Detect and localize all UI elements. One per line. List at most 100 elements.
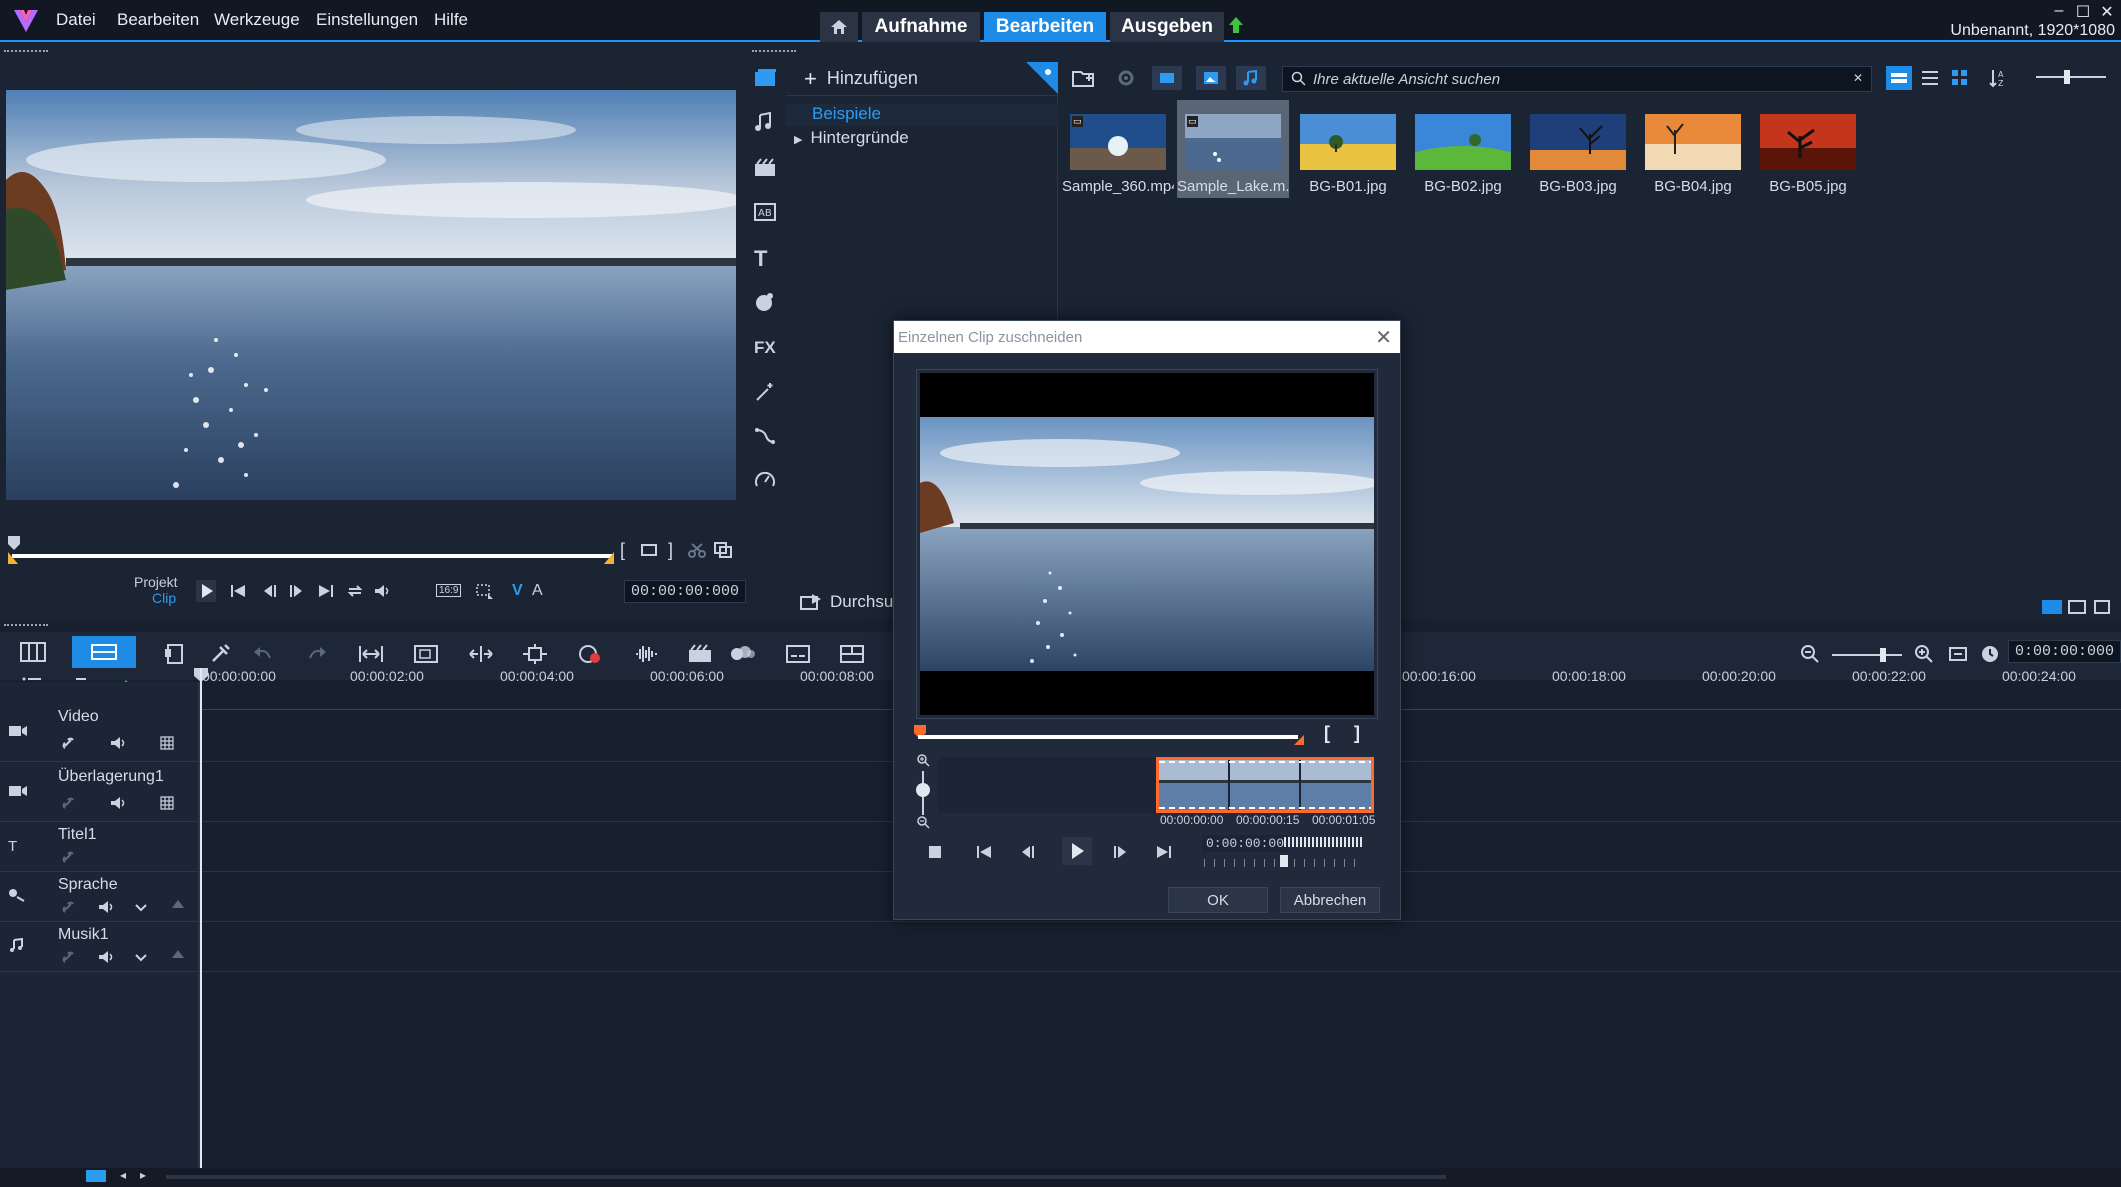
dialog-close-icon[interactable]: ✕ [1375,325,1392,350]
timeline-timecode[interactable]: 0:00:00:000 [2008,640,2121,663]
dialog-mark-out-button[interactable]: ] [1354,723,1360,744]
go-to-end-icon[interactable] [318,584,334,598]
panel-grip[interactable] [752,50,796,54]
mark-in-button[interactable]: [ [620,540,625,561]
preview-timecode[interactable]: 00:00:00:000 [624,580,747,603]
thumbnail-size-handle[interactable] [2064,70,2070,84]
track-header-video[interactable]: Video [0,702,200,762]
mute-icon[interactable] [110,736,128,750]
path-icon[interactable] [754,426,776,446]
link-icon[interactable] [62,736,80,750]
clock-icon[interactable] [1980,644,2000,664]
library-thumb-sample-360[interactable]: ▭ Sample_360.mp4 [1062,100,1174,198]
library-thumb-bg-b04[interactable]: BG-B04.jpg [1637,100,1749,198]
audio-waveform-icon[interactable] [634,644,658,664]
timeline-scroll-icon[interactable] [86,1170,106,1182]
pin-icon[interactable] [1026,62,1058,94]
audio-library-icon[interactable] [754,112,776,132]
volume-up-icon[interactable] [170,896,186,910]
library-thumb-bg-b02[interactable]: BG-B02.jpg [1407,100,1519,198]
undo-icon[interactable] [252,644,274,664]
scissors-icon[interactable] [688,542,706,558]
fit-timeline-icon[interactable] [358,644,384,664]
track-manager-icon[interactable] [164,644,186,664]
mute-icon[interactable] [110,796,128,810]
audio-toggle[interactable]: A [532,582,543,600]
mute-icon[interactable] [98,900,116,914]
play-button[interactable] [196,580,216,602]
track-lane-musik1[interactable] [202,922,2121,972]
menu-bearbeiten[interactable]: Bearbeiten [117,10,199,30]
view-list-icon[interactable] [1920,68,1940,88]
storyboard-view-icon[interactable] [20,642,46,662]
volume-icon[interactable] [374,584,392,598]
title-icon[interactable]: T [754,246,767,272]
scroll-left-icon[interactable]: ◂ [120,1168,126,1182]
link-icon[interactable] [62,796,80,810]
home-tab[interactable] [820,12,858,42]
menu-einstellungen[interactable]: Einstellungen [316,10,418,30]
dialog-go-to-start-icon[interactable] [976,845,992,859]
library-layout-icon-2[interactable] [2068,600,2086,614]
folder-hintergruende[interactable]: ▶ Hintergründe [794,128,909,148]
preview-scrub-bar[interactable] [12,554,612,558]
view-grid-icon[interactable] [1950,68,1970,88]
filter-image-button[interactable] [1196,66,1226,90]
speed-icon[interactable] [754,470,776,490]
repeat-icon[interactable] [346,584,364,598]
menu-werkzeuge[interactable]: Werkzeuge [214,10,300,30]
library-layout-icon-3[interactable] [2094,600,2110,614]
tools-icon[interactable] [210,644,232,664]
pan-zoom-icon[interactable] [414,644,438,664]
dialog-next-frame-icon[interactable] [1112,845,1128,859]
search-clear-icon[interactable]: ✕ [1853,71,1863,85]
fit-to-window-icon[interactable] [1948,644,1968,664]
browse-button[interactable]: Durchsu [800,592,893,612]
link-icon[interactable] [62,950,80,964]
go-to-start-icon[interactable] [230,584,246,598]
scroll-thumb[interactable] [166,1175,1446,1179]
filter-video-button[interactable] [1152,66,1182,90]
fx-icon[interactable]: FX [754,338,776,358]
volume-up-icon[interactable] [170,946,186,960]
stop-icon[interactable] [928,845,942,859]
library-thumb-bg-b01[interactable]: BG-B01.jpg [1292,100,1404,198]
track-header-musik1[interactable]: Musik1 [0,922,200,972]
scroll-right-icon[interactable]: ▸ [140,1168,146,1182]
magic-wand-icon[interactable] [754,382,776,402]
subtitle-icon[interactable] [786,644,810,664]
split-icon[interactable] [640,542,658,558]
panel-grip[interactable] [4,50,48,54]
sort-icon[interactable]: AZ [1988,68,2006,88]
dialog-timecode[interactable]: 0:00:00:00 [1202,835,1289,852]
library-thumb-bg-b05[interactable]: BG-B05.jpg [1752,100,1864,198]
template-icon[interactable] [754,158,776,178]
close-button[interactable]: ✕ [2095,2,2119,22]
grid-icon[interactable] [160,796,174,810]
record-icon[interactable] [578,644,602,664]
dialog-zoom-handle[interactable] [916,783,930,797]
minimize-button[interactable]: – [2047,2,2071,20]
transition-icon[interactable]: AB [754,202,776,222]
dialog-trim-out-marker[interactable] [1294,735,1304,745]
dialog-filmstrip[interactable] [1156,757,1374,813]
track-header-ueberlagerung1[interactable]: Überlagerung1 [0,762,200,822]
link-icon[interactable] [62,850,80,864]
dialog-go-to-end-icon[interactable] [1156,845,1172,859]
timeline-scrollbar[interactable]: ◂ ▸ [0,1168,2121,1187]
zoom-in-icon[interactable] [1914,644,1934,664]
folder-beispiele[interactable]: Beispiele [786,104,1058,126]
thumbnail-size-slider[interactable] [2036,70,2106,84]
mark-out-button[interactable]: ] [668,540,673,561]
link-icon[interactable] [62,900,80,914]
trim-in-marker[interactable] [8,552,18,564]
filter-audio-button[interactable] [1236,66,1266,90]
library-thumb-sample-lake[interactable]: ▭ Sample_Lake.m... [1177,100,1289,198]
track-motion-icon[interactable] [522,644,548,664]
trim-out-marker[interactable] [604,552,614,564]
aspect-ratio-button[interactable]: 16:9 [436,584,462,597]
previous-frame-icon[interactable] [262,584,278,598]
add-folder-button[interactable]: + Hinzufügen [786,62,1058,96]
tab-aufnahme[interactable]: Aufnahme [862,12,980,42]
timeline-zoom-slider[interactable] [1832,648,1902,662]
